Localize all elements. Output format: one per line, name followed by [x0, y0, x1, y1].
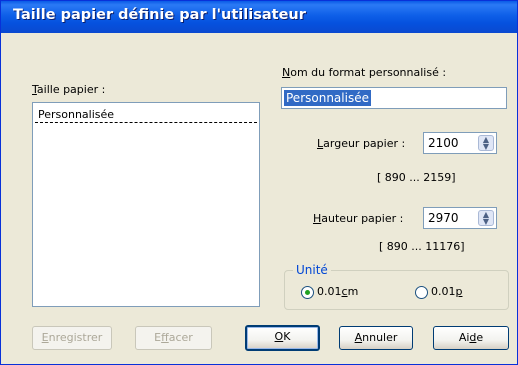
spin-arrows-icon[interactable]: ▲ ▼ — [478, 210, 494, 226]
title-bar[interactable]: Taille papier définie par l'utilisateur — [1, 1, 517, 33]
help-button[interactable]: Aide — [433, 326, 509, 350]
list-item[interactable]: Personnalisée — [35, 105, 257, 123]
spin-arrows-icon[interactable]: ▲ ▼ — [478, 135, 494, 151]
unit-cm-label[interactable]: 0.01cm — [317, 285, 358, 298]
cancel-button[interactable]: Annuler — [339, 326, 413, 350]
paper-height-value: 2970 — [428, 211, 459, 225]
unit-point-label[interactable]: 0.01p — [431, 285, 462, 298]
paper-width-value: 2100 — [428, 136, 459, 150]
custom-paper-size-dialog: Taille papier définie par l'utilisateur … — [0, 0, 518, 365]
unit-group-label: Unité — [293, 263, 331, 277]
paper-size-list[interactable]: Personnalisée — [32, 102, 260, 307]
custom-format-name-value: Personnalisée — [284, 90, 371, 106]
paper-width-range: [ 890 ... 2159] — [377, 171, 456, 184]
paper-height-spinner[interactable]: 2970 ▲ ▼ — [423, 207, 497, 229]
window-title: Taille papier définie par l'utilisateur — [13, 7, 306, 23]
save-button[interactable]: Enregistrer — [32, 326, 112, 350]
paper-size-label: Taille papier : — [32, 83, 106, 96]
unit-cm-radio[interactable] — [301, 286, 314, 299]
paper-width-label: Largeur papier : — [317, 137, 406, 150]
paper-height-range: [ 890 ... 11176] — [379, 240, 465, 253]
delete-button[interactable]: Effacer — [135, 326, 212, 350]
paper-height-label: Hauteur papier : — [313, 212, 404, 225]
ok-button[interactable]: OK — [245, 325, 320, 351]
custom-format-name-input[interactable]: Personnalisée — [281, 87, 507, 109]
paper-width-spinner[interactable]: 2100 ▲ ▼ — [423, 132, 497, 154]
radio-selected-dot — [305, 290, 310, 295]
unit-point-radio[interactable] — [415, 286, 428, 299]
custom-format-name-label: Nom du format personnalisé : — [282, 66, 447, 79]
